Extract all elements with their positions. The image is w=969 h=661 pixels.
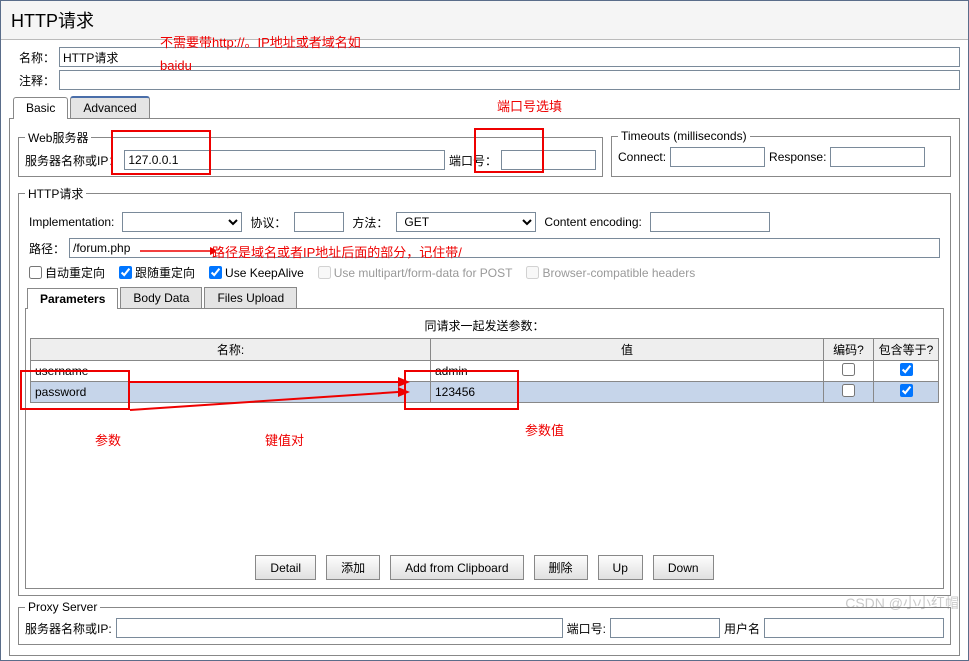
encoding-label: Content encoding: [544, 215, 641, 229]
clipboard-button[interactable]: Add from Clipboard [390, 555, 523, 580]
table-row[interactable]: password 123456 [31, 382, 939, 403]
col-name: 名称: [31, 339, 431, 361]
params-table: 名称: 值 编码? 包含等于? username admin [30, 338, 939, 403]
param-name-cell[interactable]: password [31, 382, 431, 403]
path-input[interactable] [69, 238, 940, 258]
proxy-server-input[interactable] [116, 618, 563, 638]
proxy-port-label: 端口号: [567, 620, 606, 637]
impl-select[interactable] [122, 212, 242, 232]
browser-headers-checkbox [526, 266, 539, 279]
proxy-port-input[interactable] [610, 618, 720, 638]
col-encode: 编码? [824, 339, 874, 361]
port-input[interactable] [501, 150, 596, 170]
col-value: 值 [431, 339, 824, 361]
follow-redirect-label: 跟随重定向 [135, 264, 195, 281]
table-row[interactable]: username admin [31, 361, 939, 382]
proxy-legend: Proxy Server [25, 600, 100, 614]
webserver-legend: Web服务器 [25, 129, 91, 146]
multipart-label: Use multipart/form-data for POST [334, 266, 513, 280]
http-legend: HTTP请求 [25, 185, 86, 202]
response-input[interactable] [830, 147, 925, 167]
browser-headers-label: Browser-compatible headers [542, 266, 695, 280]
name-input[interactable] [59, 47, 960, 67]
server-input[interactable] [124, 150, 445, 170]
tab-advanced[interactable]: Advanced [70, 96, 149, 118]
detail-button[interactable]: Detail [255, 555, 316, 580]
param-name-cell[interactable]: username [31, 361, 431, 382]
name-label: 名称： [9, 49, 59, 66]
server-label: 服务器名称或IP： [25, 152, 120, 169]
tab-basic[interactable]: Basic [13, 97, 68, 119]
encode-checkbox[interactable] [842, 384, 855, 397]
auto-redirect-label: 自动重定向 [45, 264, 105, 281]
proto-label: 协议： [250, 214, 286, 231]
param-value-cell[interactable]: admin [431, 361, 824, 382]
include-checkbox[interactable] [900, 363, 913, 376]
port-label: 端口号： [449, 152, 497, 169]
proto-input[interactable] [294, 212, 344, 232]
params-title: 同请求一起发送参数： [30, 313, 939, 338]
subtab-files-upload[interactable]: Files Upload [204, 287, 297, 308]
include-checkbox[interactable] [900, 384, 913, 397]
method-select[interactable]: GET [396, 212, 536, 232]
timeouts-legend: Timeouts (milliseconds) [618, 129, 750, 143]
proxy-user-input[interactable] [764, 618, 944, 638]
follow-redirect-checkbox[interactable] [119, 266, 132, 279]
impl-label: Implementation: [29, 215, 114, 229]
connect-label: Connect: [618, 150, 666, 164]
col-include: 包含等于? [874, 339, 939, 361]
subtab-parameters[interactable]: Parameters [27, 288, 118, 309]
subtab-body-data[interactable]: Body Data [120, 287, 202, 308]
keepalive-checkbox[interactable] [209, 266, 222, 279]
proxy-user-label: 用户名 [724, 620, 760, 637]
add-button[interactable]: 添加 [326, 555, 380, 580]
page-title: HTTP请求 [1, 1, 968, 40]
up-button[interactable]: Up [598, 555, 643, 580]
method-label: 方法： [352, 214, 388, 231]
multipart-checkbox [318, 266, 331, 279]
comment-label: 注释： [9, 72, 59, 89]
path-label: 路径： [29, 240, 65, 257]
down-button[interactable]: Down [653, 555, 714, 580]
encode-checkbox[interactable] [842, 363, 855, 376]
keepalive-label: Use KeepAlive [225, 266, 304, 280]
response-label: Response: [769, 150, 826, 164]
proxy-server-label: 服务器名称或IP: [25, 620, 112, 637]
comment-input[interactable] [59, 70, 960, 90]
encoding-input[interactable] [650, 212, 770, 232]
auto-redirect-checkbox[interactable] [29, 266, 42, 279]
param-value-cell[interactable]: 123456 [431, 382, 824, 403]
connect-input[interactable] [670, 147, 765, 167]
delete-button[interactable]: 删除 [534, 555, 588, 580]
